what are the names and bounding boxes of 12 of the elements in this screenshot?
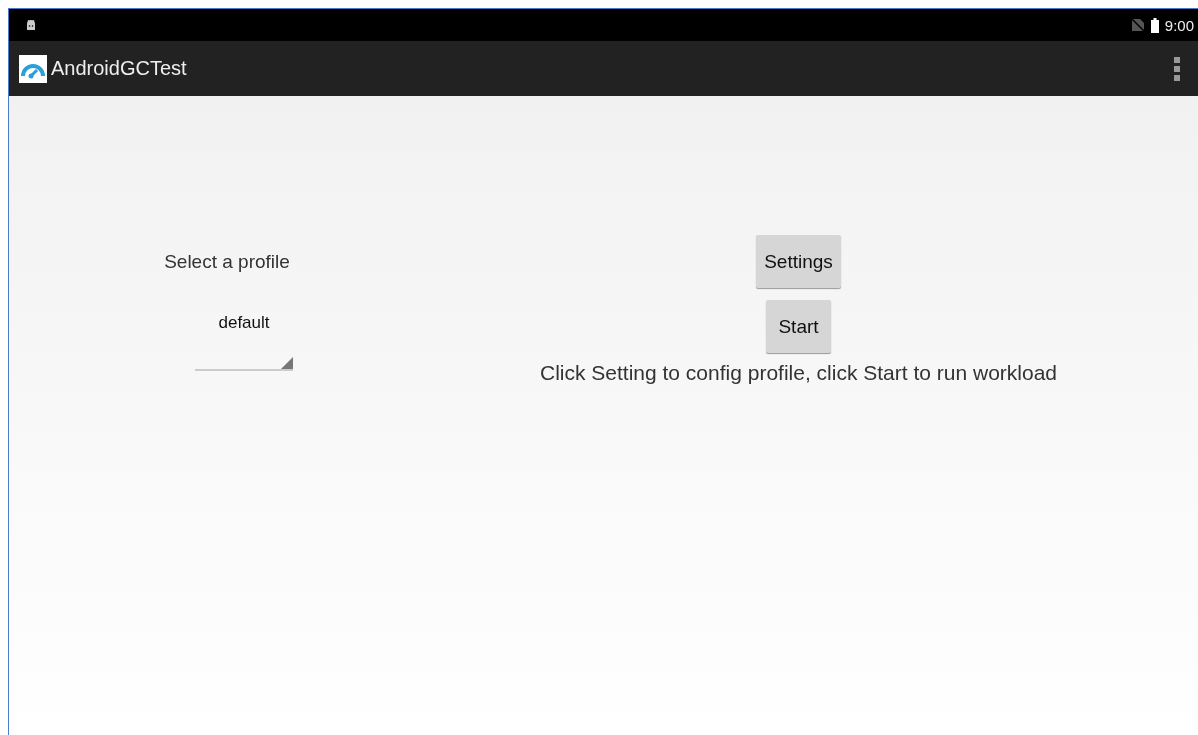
clock-time: 9:00 bbox=[1164, 16, 1194, 34]
profile-label: Select a profile bbox=[164, 251, 290, 273]
no-sim-icon bbox=[1130, 18, 1145, 32]
action-button[interactable]: Start bbox=[766, 300, 831, 353]
profile-spinner[interactable]: default bbox=[195, 313, 293, 371]
overflow-menu-icon[interactable] bbox=[1174, 56, 1180, 81]
action-button[interactable]: Settings bbox=[756, 235, 841, 288]
app-title: AndroidGCTest bbox=[51, 57, 187, 80]
gauge-icon bbox=[19, 54, 47, 83]
battery-icon bbox=[1150, 17, 1159, 33]
android-icon bbox=[25, 19, 37, 31]
instruction-text: Click Setting to config profile, click Start to run workload bbox=[539, 361, 1058, 385]
